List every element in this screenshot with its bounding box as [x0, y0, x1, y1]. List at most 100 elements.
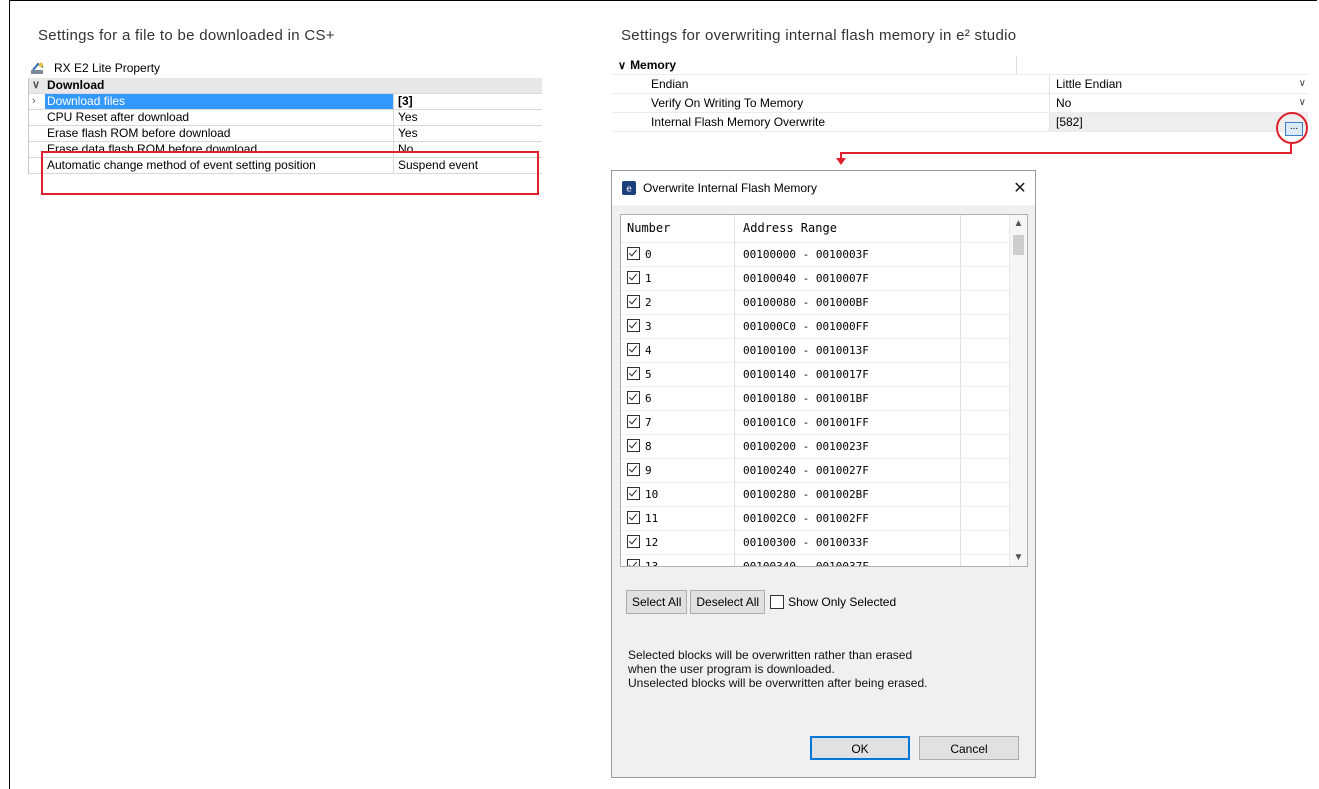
- scroll-down-icon[interactable]: ▼: [1010, 549, 1027, 566]
- column-address-range[interactable]: Address Range: [735, 215, 961, 242]
- table-row[interactable]: 7 001001C0 - 001001FF: [621, 411, 1027, 435]
- table-row[interactable]: 8 00100200 - 0010023F: [621, 435, 1027, 459]
- table-row[interactable]: 11 001002C0 - 001002FF: [621, 507, 1027, 531]
- cancel-button[interactable]: Cancel: [919, 736, 1019, 760]
- checkbox-unchecked-icon[interactable]: [770, 595, 785, 609]
- dialog-title: Overwrite Internal Flash Memory: [643, 181, 818, 195]
- block-number: 11: [645, 512, 659, 525]
- table-body: 0 00100000 - 0010003F 1 00100040 - 0010007F…: [621, 243, 1027, 567]
- e2studio-app-icon: e: [622, 181, 636, 195]
- property-cpu-reset[interactable]: CPU Reset after download Yes: [29, 110, 542, 126]
- table-row[interactable]: 5 00100140 - 0010017F: [621, 363, 1027, 387]
- block-number: 4: [645, 344, 652, 357]
- table-header: Number Address Range: [621, 215, 1027, 243]
- scroll-up-icon[interactable]: ▲: [1010, 215, 1027, 232]
- checkbox-checked-icon[interactable]: [627, 247, 640, 260]
- block-number: 1: [645, 272, 652, 285]
- address-range: 00100340 - 0010037F: [735, 555, 961, 566]
- chevron-right-icon[interactable]: ›: [32, 94, 36, 109]
- property-verify[interactable]: Verify On Writing To Memory No ∨: [612, 94, 1308, 113]
- block-number: 9: [645, 464, 652, 477]
- checkbox-checked-icon[interactable]: [627, 535, 640, 548]
- address-range: 001002C0 - 001002FF: [735, 507, 961, 530]
- checkbox-checked-icon[interactable]: [627, 295, 640, 308]
- checkbox-checked-icon[interactable]: [627, 559, 640, 566]
- checkbox-checked-icon[interactable]: [627, 271, 640, 284]
- address-range: 00100140 - 0010017F: [735, 363, 961, 386]
- category-download[interactable]: ∨ Download: [29, 78, 542, 94]
- connector-arrow-icon: [836, 158, 846, 165]
- table-row[interactable]: 12 00100300 - 0010033F: [621, 531, 1027, 555]
- show-only-selected-checkbox[interactable]: Show Only Selected: [770, 595, 896, 609]
- selection-buttons: Select All Deselect All Show Only Select…: [626, 590, 896, 614]
- checkbox-checked-icon[interactable]: [627, 511, 640, 524]
- caption-csplus: Settings for a file to be downloaded in …: [38, 27, 335, 44]
- vertical-scrollbar[interactable]: ▲ ▼: [1009, 215, 1027, 566]
- block-number: 6: [645, 392, 652, 405]
- checkbox-checked-icon[interactable]: [627, 463, 640, 476]
- table-row[interactable]: 9 00100240 - 0010027F: [621, 459, 1027, 483]
- ok-button[interactable]: OK: [810, 736, 910, 760]
- checkbox-checked-icon[interactable]: [627, 343, 640, 356]
- scroll-thumb[interactable]: [1013, 235, 1024, 255]
- address-range: 00100180 - 001001BF: [735, 387, 961, 410]
- dialog-title-bar[interactable]: e Overwrite Internal Flash Memory ✕: [612, 171, 1035, 205]
- connector-line: [840, 152, 1292, 154]
- table-row[interactable]: 0 00100000 - 0010003F: [621, 243, 1027, 267]
- block-number: 0: [645, 248, 652, 261]
- chevron-down-icon[interactable]: ∨: [32, 78, 40, 93]
- checkbox-checked-icon[interactable]: [627, 367, 640, 380]
- address-range: 00100300 - 0010033F: [735, 531, 961, 554]
- svg-text:e: e: [626, 185, 632, 195]
- deselect-all-button[interactable]: Deselect All: [690, 590, 766, 614]
- address-range: 00100040 - 0010007F: [735, 267, 961, 290]
- property-download-files[interactable]: › Download files [3]: [29, 94, 542, 110]
- overwrite-flash-dialog: e Overwrite Internal Flash Memory ✕ Numb…: [611, 170, 1036, 778]
- address-range: 00100080 - 001000BF: [735, 291, 961, 314]
- caption-e2studio: Settings for overwriting internal flash …: [621, 27, 1017, 44]
- table-row[interactable]: 2 00100080 - 001000BF: [621, 291, 1027, 315]
- csplus-title-text: RX E2 Lite Property: [54, 61, 161, 75]
- chevron-down-icon[interactable]: ∨: [618, 60, 626, 72]
- block-number: 13: [645, 560, 659, 567]
- highlight-box: [41, 151, 539, 195]
- property-flash-overwrite[interactable]: Internal Flash Memory Overwrite [582]: [612, 113, 1308, 132]
- table-row[interactable]: 6 00100180 - 001001BF: [621, 387, 1027, 411]
- checkbox-checked-icon[interactable]: [627, 319, 640, 332]
- address-range: 00100280 - 001002BF: [735, 483, 961, 506]
- close-icon[interactable]: ✕: [1005, 178, 1035, 198]
- property-erase-flash-rom[interactable]: Erase flash ROM before download Yes: [29, 126, 542, 142]
- address-table: Number Address Range 0 00100000 - 0010003…: [620, 214, 1028, 567]
- table-row[interactable]: 3 001000C0 - 001000FF: [621, 315, 1027, 339]
- checkbox-checked-icon[interactable]: [627, 415, 640, 428]
- checkbox-checked-icon[interactable]: [627, 487, 640, 500]
- address-range: 00100100 - 0010013F: [735, 339, 961, 362]
- table-row[interactable]: 4 00100100 - 0010013F: [621, 339, 1027, 363]
- checkbox-checked-icon[interactable]: [627, 439, 640, 452]
- address-range: 00100000 - 0010003F: [735, 243, 961, 266]
- block-number: 3: [645, 320, 652, 333]
- block-number: 2: [645, 296, 652, 309]
- select-all-button[interactable]: Select All: [626, 590, 688, 614]
- table-row[interactable]: 10 00100280 - 001002BF: [621, 483, 1027, 507]
- block-number: 8: [645, 440, 652, 453]
- address-range: 00100200 - 0010023F: [735, 435, 961, 458]
- address-range: 001000C0 - 001000FF: [735, 315, 961, 338]
- block-number: 10: [645, 488, 659, 501]
- column-number[interactable]: Number: [621, 215, 735, 242]
- highlight-circle: [1276, 112, 1308, 144]
- csplus-panel-title: RX E2 Lite Property: [28, 58, 542, 78]
- e2studio-property-panel: ∨ Memory Endian Little Endian ∨ Verify On …: [612, 56, 1308, 132]
- property-endian[interactable]: Endian Little Endian ∨: [612, 75, 1308, 94]
- checkbox-checked-icon[interactable]: [627, 391, 640, 404]
- address-range: 00100240 - 0010027F: [735, 459, 961, 482]
- dropdown-icon[interactable]: ∨: [1299, 75, 1306, 93]
- category-memory[interactable]: ∨ Memory: [612, 56, 1308, 75]
- block-number: 7: [645, 416, 652, 429]
- block-number: 5: [645, 368, 652, 381]
- block-number: 12: [645, 536, 659, 549]
- dropdown-icon[interactable]: ∨: [1299, 94, 1306, 112]
- table-row[interactable]: 13 00100340 - 0010037F: [621, 555, 1027, 567]
- address-range: 001001C0 - 001001FF: [735, 411, 961, 434]
- table-row[interactable]: 1 00100040 - 0010007F: [621, 267, 1027, 291]
